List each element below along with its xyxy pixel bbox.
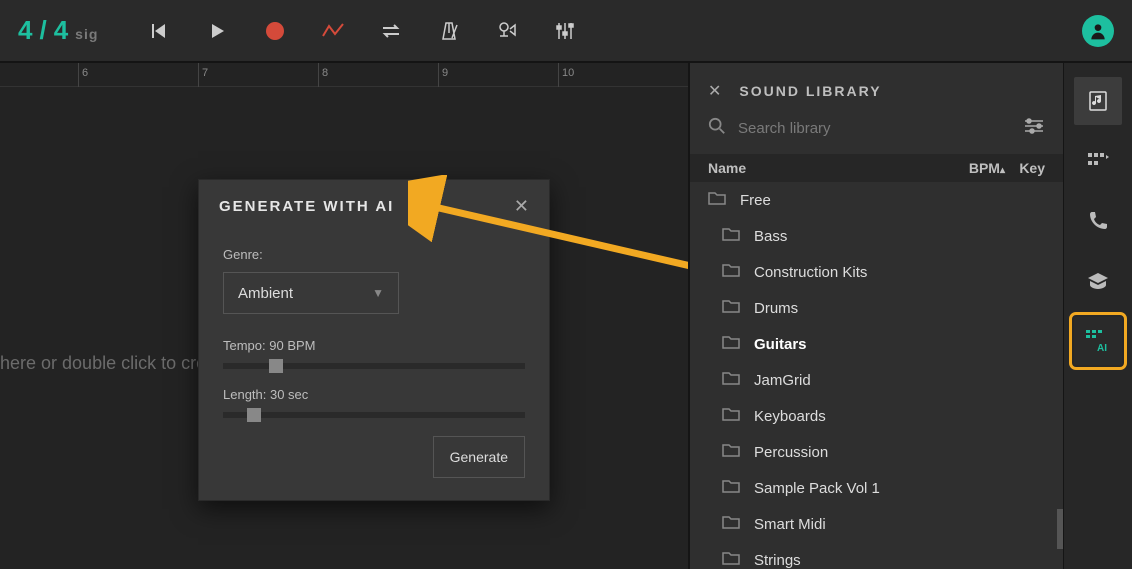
length-label: Length: 30 sec <box>223 387 525 402</box>
folder-label: Keyboards <box>754 408 826 425</box>
topbar: 4/4 sig <box>0 0 1132 63</box>
svg-text:AI: AI <box>1097 343 1107 353</box>
timeline-area[interactable]: 6 7 8 9 10 here or double click to cre G… <box>0 63 688 569</box>
ruler-tick: 8 <box>322 67 328 79</box>
search-icon <box>708 117 726 140</box>
folder-label: Construction Kits <box>754 264 867 281</box>
record-icon <box>266 22 284 40</box>
folder-row[interactable]: Construction Kits <box>690 254 1063 290</box>
ruler-tick: 6 <box>82 67 88 79</box>
folder-icon <box>722 514 740 534</box>
right-rail: AI <box>1063 63 1132 569</box>
transport-controls <box>146 18 578 44</box>
folder-label: Free <box>740 192 771 209</box>
rail-learn-button[interactable] <box>1074 257 1122 305</box>
genre-select[interactable]: Ambient ▼ <box>223 272 399 314</box>
tempo-thumb[interactable] <box>269 359 283 373</box>
folder-label: Guitars <box>754 336 807 353</box>
time-signature[interactable]: 4/4 sig <box>18 15 98 46</box>
col-bpm[interactable]: BPM▴ <box>957 160 1005 176</box>
col-key[interactable]: Key <box>1005 160 1045 176</box>
folder-icon <box>708 190 726 210</box>
library-close-button[interactable]: ✕ <box>708 81 721 101</box>
folder-label: JamGrid <box>754 372 811 389</box>
folder-row[interactable]: Sample Pack Vol 1 <box>690 470 1063 506</box>
tempo-slider[interactable] <box>223 363 525 369</box>
folder-icon <box>722 262 740 282</box>
folder-icon <box>722 298 740 318</box>
tempo-label: Tempo: 90 BPM <box>223 338 525 353</box>
folder-icon <box>722 406 740 426</box>
folder-row[interactable]: Percussion <box>690 434 1063 470</box>
play-button[interactable] <box>204 18 230 44</box>
scrollbar[interactable] <box>1057 509 1063 549</box>
skip-back-button[interactable] <box>146 18 172 44</box>
ruler-tick: 10 <box>562 67 574 79</box>
timesig-denominator: 4 <box>54 15 69 46</box>
folder-row[interactable]: Strings <box>690 542 1063 569</box>
folder-label: Strings <box>754 552 801 569</box>
folder-row[interactable]: Drums <box>690 290 1063 326</box>
library-folder-list: Free Bass Construction Kits Drums Guitars Jam… <box>690 182 1063 569</box>
folder-row[interactable]: JamGrid <box>690 362 1063 398</box>
generate-button[interactable]: Generate <box>433 436 525 478</box>
folder-row[interactable]: Bass <box>690 218 1063 254</box>
filter-button[interactable] <box>1023 117 1045 140</box>
genre-label: Genre: <box>223 247 525 262</box>
folder-label: Sample Pack Vol 1 <box>754 480 880 497</box>
folder-row[interactable]: Smart Midi <box>690 506 1063 542</box>
folder-row[interactable]: Free <box>690 182 1063 218</box>
rail-phone-button[interactable] <box>1074 197 1122 245</box>
folder-icon <box>722 334 740 354</box>
mixer-button[interactable] <box>552 18 578 44</box>
folder-label: Bass <box>754 228 787 245</box>
folder-icon <box>722 442 740 462</box>
library-search-input[interactable] <box>738 120 1011 137</box>
folder-icon <box>722 550 740 569</box>
sound-library-panel: ✕ SOUND LIBRARY Name BPM▴ Key Free Bass Co… <box>688 63 1063 569</box>
rail-library-button[interactable] <box>1074 77 1122 125</box>
ai-generate-dialog: GENERATE WITH AI ✕ Genre: Ambient ▼ Temp… <box>198 179 550 501</box>
folder-label: Drums <box>754 300 798 317</box>
folder-row[interactable]: Keyboards <box>690 398 1063 434</box>
library-column-headers[interactable]: Name BPM▴ Key <box>690 154 1063 182</box>
timesig-label: sig <box>75 26 98 42</box>
dialog-title: GENERATE WITH AI <box>219 198 394 215</box>
record-button[interactable] <box>262 18 288 44</box>
user-avatar[interactable] <box>1082 15 1114 47</box>
ruler-tick: 9 <box>442 67 448 79</box>
timesig-numerator: 4 <box>18 15 33 46</box>
length-thumb[interactable] <box>247 408 261 422</box>
folder-row[interactable]: Guitars <box>690 326 1063 362</box>
dialog-close-button[interactable]: ✕ <box>514 196 529 217</box>
loop-button[interactable] <box>378 18 404 44</box>
folder-icon <box>722 478 740 498</box>
col-name[interactable]: Name <box>708 160 957 176</box>
folder-icon <box>722 370 740 390</box>
folder-icon <box>722 226 740 246</box>
folder-label: Percussion <box>754 444 828 461</box>
mic-button[interactable] <box>494 18 520 44</box>
rail-clips-button[interactable] <box>1074 137 1122 185</box>
chevron-down-icon: ▼ <box>372 286 384 300</box>
library-title: SOUND LIBRARY <box>739 83 881 99</box>
folder-label: Smart Midi <box>754 516 826 533</box>
ruler-tick: 7 <box>202 67 208 79</box>
timeline-ruler[interactable]: 6 7 8 9 10 <box>0 63 688 87</box>
length-slider[interactable] <box>223 412 525 418</box>
metronome-button[interactable] <box>436 18 462 44</box>
rail-ai-button[interactable]: AI <box>1074 317 1122 365</box>
empty-hint: here or double click to cre <box>0 353 206 374</box>
automation-button[interactable] <box>320 18 346 44</box>
genre-value: Ambient <box>238 285 293 302</box>
